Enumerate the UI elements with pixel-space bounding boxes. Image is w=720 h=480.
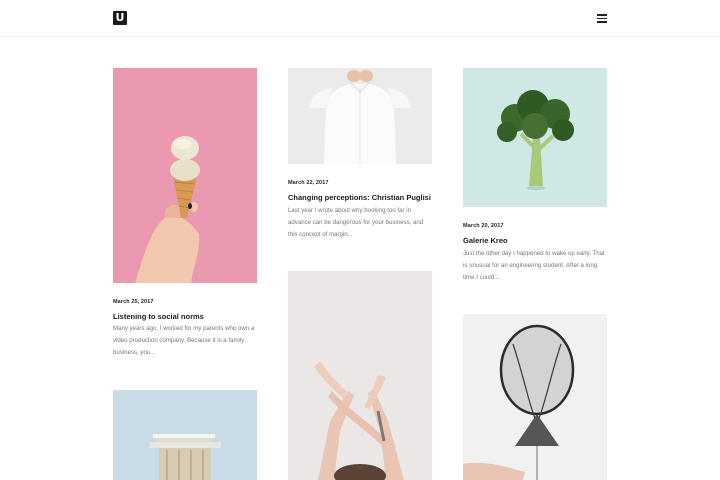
post-image-stool[interactable] xyxy=(113,390,257,480)
post-title[interactable]: Changing perceptions: Christian Puglisi xyxy=(288,193,431,202)
post-excerpt: Many years ago, I worked for my parents … xyxy=(113,325,255,356)
post-date: March 22, 2017 xyxy=(288,180,329,186)
site-logo[interactable]: U xyxy=(113,11,127,25)
post-date: March 25, 2017 xyxy=(113,299,154,305)
post-title[interactable]: Listening to social norms xyxy=(113,312,204,321)
post-title[interactable]: Galerie Kreo xyxy=(463,236,508,245)
post-excerpt: Just the other day I happened to wake up… xyxy=(463,250,605,281)
post-date: March 20, 2017 xyxy=(463,223,504,229)
post-image-ice-cream[interactable] xyxy=(113,68,257,283)
post-image-raised-arms[interactable] xyxy=(288,271,432,480)
post-excerpt: Last year I wrote about why booking too … xyxy=(288,207,424,238)
post-image-balloon[interactable] xyxy=(463,314,607,480)
post-image-broccoli[interactable] xyxy=(463,68,607,207)
post-image-white-shirt[interactable] xyxy=(288,68,432,164)
hamburger-menu-icon[interactable] xyxy=(597,14,607,23)
site-header: U xyxy=(0,0,720,37)
